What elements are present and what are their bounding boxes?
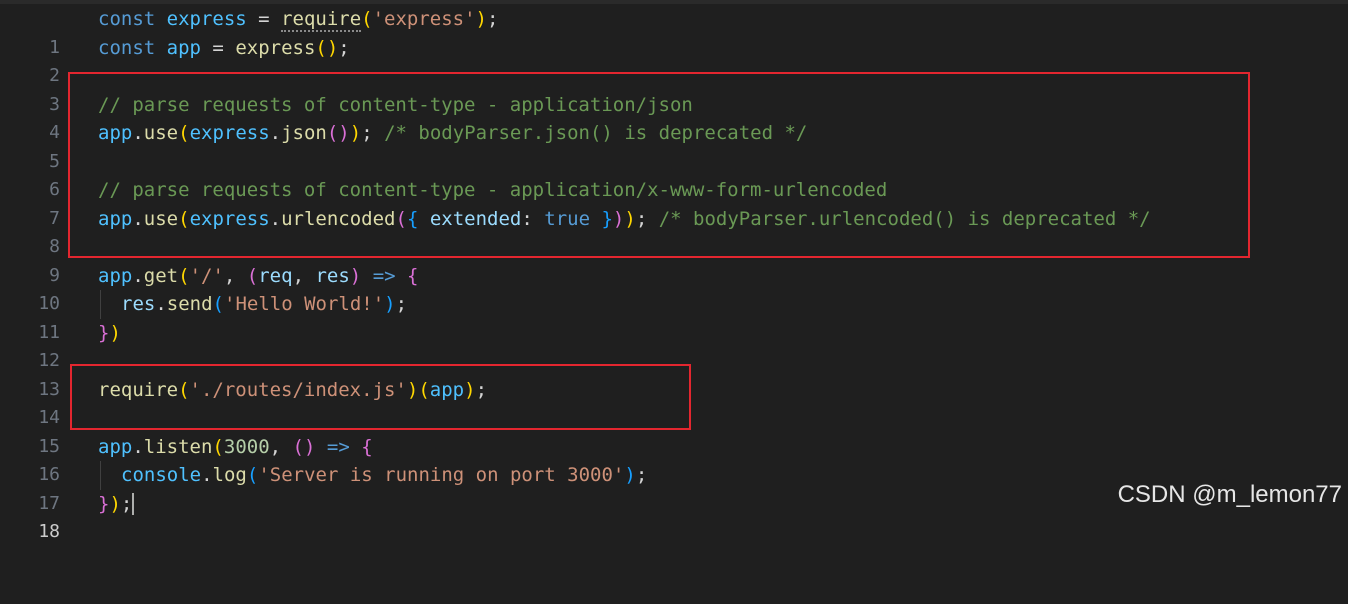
text-cursor xyxy=(132,493,135,515)
code-line: 2 const app = express(); xyxy=(0,34,1348,87)
code-text: }) xyxy=(98,321,121,344)
code-text: }); xyxy=(98,492,135,515)
code-line: 16 app.listen(3000, () => { xyxy=(0,433,1348,486)
watermark: CSDN @m_lemon77 xyxy=(1117,481,1342,508)
code-line: 11 res.send('Hello World!'); xyxy=(0,290,1348,343)
code-text: app.get('/', (req, res) => { xyxy=(98,264,419,287)
editor-top-border xyxy=(0,0,1348,4)
code-text: console.log('Server is running on port 3… xyxy=(121,464,648,486)
code-text: app.listen(3000, () => { xyxy=(98,435,373,458)
code-line: 12 }) xyxy=(0,319,1348,372)
code-text: const express = require('express'); xyxy=(98,8,499,32)
line-number-active: 18 xyxy=(38,521,60,542)
highlight-box-routes xyxy=(70,364,691,430)
code-line: 10 app.get('/', (req, res) => { xyxy=(0,262,1348,315)
code-text: res.send('Hello World!'); xyxy=(121,293,408,315)
code-line: 1 const express = require('express'); xyxy=(0,5,1348,58)
code-text: const app = express(); xyxy=(98,36,350,59)
highlight-box-body-parser xyxy=(68,72,1250,258)
